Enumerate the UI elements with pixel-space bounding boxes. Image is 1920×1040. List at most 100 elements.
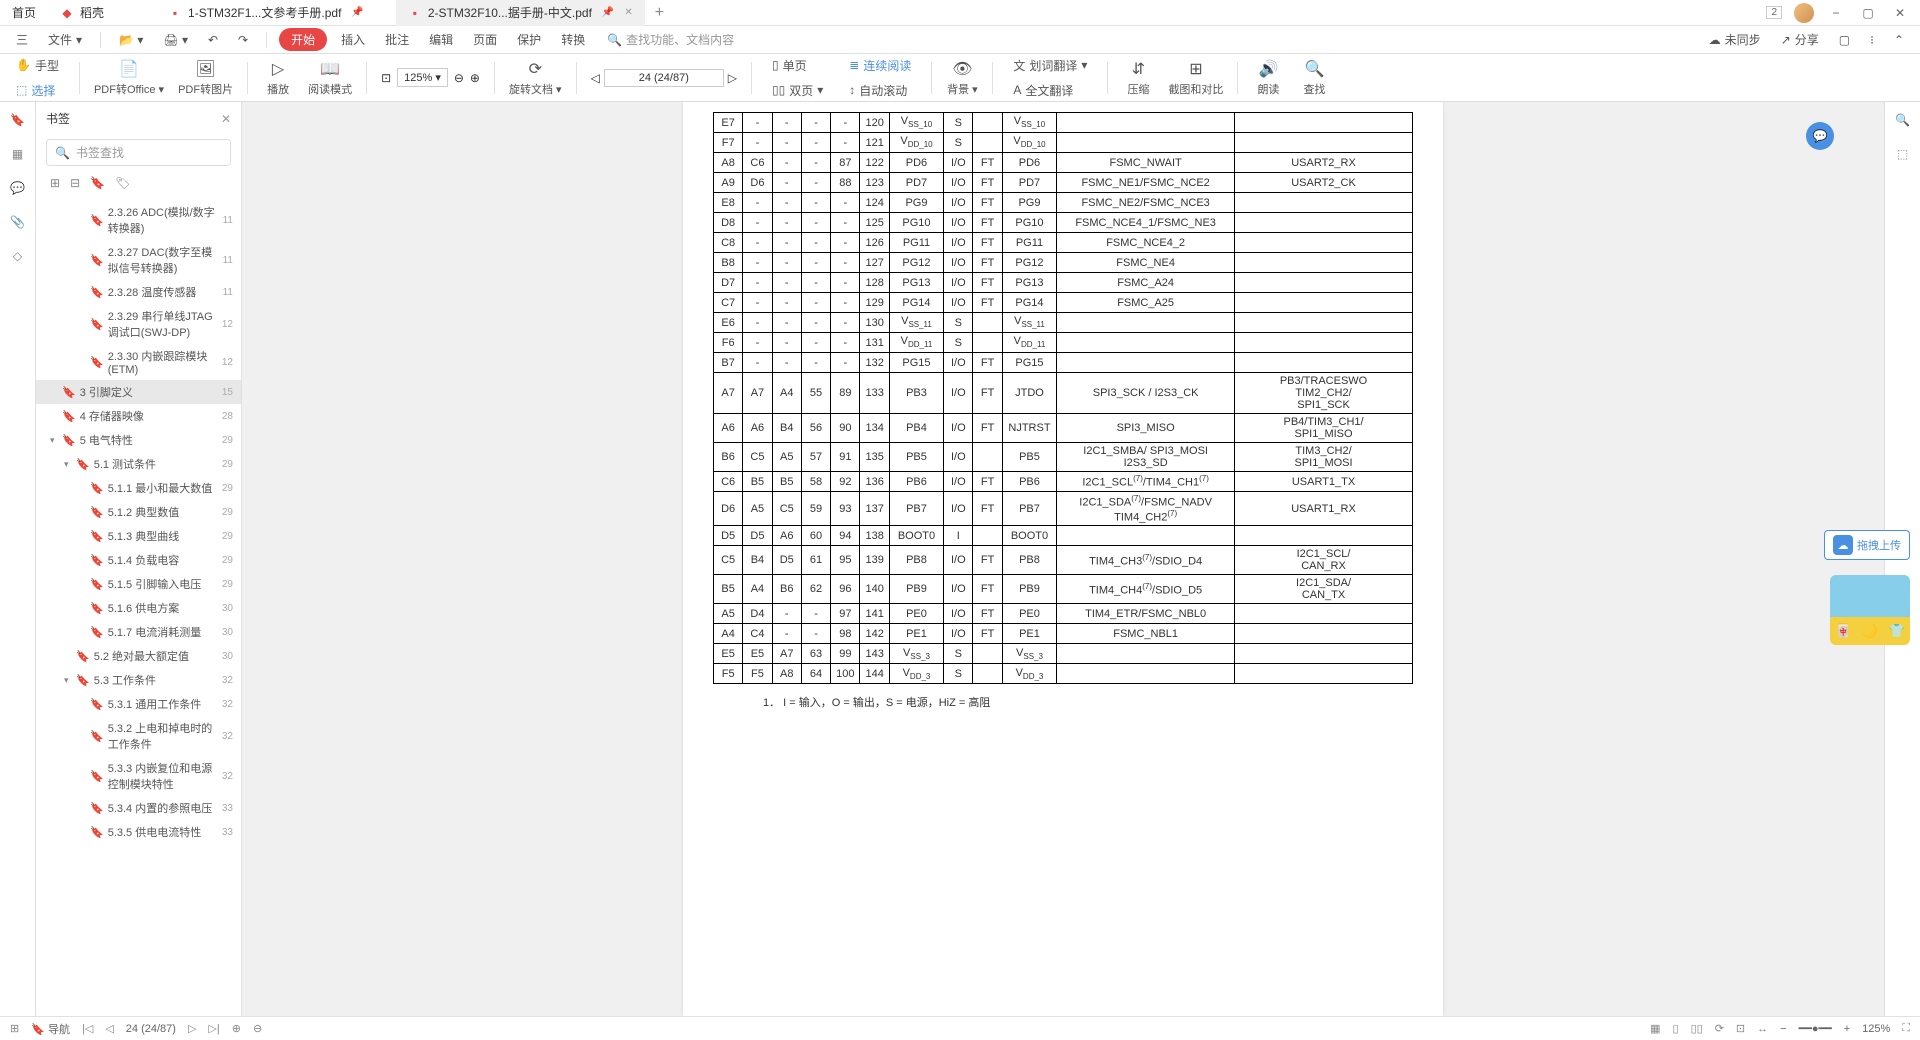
tab-file1[interactable]: ▪1-STM32F1...文参考手册.pdf📌 (156, 0, 376, 26)
outline-item[interactable]: 🔖2.3.27 DAC(数字至模拟信号转换器)11 (36, 240, 241, 280)
close-icon[interactable]: ✕ (624, 7, 632, 18)
read-mode[interactable]: 📖阅读模式 (308, 59, 352, 97)
next-page-icon[interactable]: ▷ (728, 71, 737, 85)
outline-item[interactable]: 🔖5.3.4 内置的参照电压33 (36, 796, 241, 820)
outline-item[interactable]: 🔖5.1.5 引脚输入电压29 (36, 572, 241, 596)
select-icon[interactable]: ⬚ (1893, 144, 1913, 164)
hand-tool[interactable]: ✋ 手型 (10, 54, 65, 77)
outline-item[interactable]: 🔖4 存储器映像28 (36, 404, 241, 428)
outline-item[interactable]: 🔖5.3.3 内嵌复位和电源控制模块特性32 (36, 756, 241, 796)
menu-start[interactable]: 开始 (279, 28, 327, 51)
last-page-icon[interactable]: ▷| (208, 1022, 219, 1035)
minimize-button[interactable]: − (1826, 3, 1846, 23)
outline-item[interactable]: 🔖5.1.2 典型数值29 (36, 500, 241, 524)
outline-item[interactable]: 🔖5.1.3 典型曲线29 (36, 524, 241, 548)
outline-item[interactable]: 🔖3 引脚定义15 (36, 380, 241, 404)
outline-item[interactable]: 🔖5.3.5 供电电流特性33 (36, 820, 241, 844)
select-tool[interactable]: ⬚ 选择 (10, 79, 65, 102)
search-box[interactable]: 🔍查找功能、文档内容 (599, 29, 742, 50)
outline-item[interactable]: 🔖2.3.29 串行单线JTAG调试口(SWJ-DP)12 (36, 304, 241, 344)
single-page[interactable]: ▯ 单页 (766, 54, 829, 77)
menu-annotate[interactable]: 批注 (379, 28, 415, 51)
add-page-icon[interactable]: ⊕ (232, 1022, 241, 1035)
print-icon[interactable]: 🖨 ▾ (157, 30, 194, 50)
play-button[interactable]: ▷播放 (262, 59, 294, 97)
rotate-doc[interactable]: ⟳旋转文档 ▾ (509, 59, 562, 97)
outline-item[interactable]: 🔖2.3.26 ADC(模拟/数字转换器)11 (36, 200, 241, 240)
outline-item[interactable]: 🔖5.1.4 负载电容29 (36, 548, 241, 572)
shapes-panel-icon[interactable]: ◇ (8, 246, 28, 266)
promo-widget[interactable]: 🀄🌙👕 (1830, 575, 1910, 645)
hamburger-icon[interactable]: 三 (10, 28, 34, 51)
compress[interactable]: ⇵压缩 (1122, 59, 1154, 97)
view4-icon[interactable]: ⟳ (1715, 1022, 1724, 1035)
outline-item[interactable]: ▾🔖5.1 测试条件29 (36, 452, 241, 476)
view1-icon[interactable]: ▦ (1650, 1022, 1660, 1035)
close-button[interactable]: ✕ (1890, 3, 1910, 23)
outline-item[interactable]: 🔖2.3.28 温度传感器11 (36, 280, 241, 304)
tab-file2[interactable]: ▪2-STM32F10...据手册-中文.pdf📌✕ (396, 0, 645, 26)
outline-item[interactable]: 🔖5.1.6 供电方案30 (36, 596, 241, 620)
menu-protect[interactable]: 保护 (511, 28, 547, 51)
outline-item[interactable]: 🔖5.1.7 电流消耗测量30 (36, 620, 241, 644)
zoom-in-icon[interactable]: + (1844, 1023, 1850, 1035)
menu-convert[interactable]: 转换 (555, 28, 591, 51)
maximize-button[interactable]: ▢ (1858, 3, 1878, 23)
outline-item[interactable]: 🔖5.2 绝对最大额定值30 (36, 644, 241, 668)
tools-icon[interactable]: 🔍 (1893, 110, 1913, 130)
bookmark-panel-icon[interactable]: 🔖 (8, 110, 28, 130)
outline-item[interactable]: 🔖5.3.2 上电和掉电时的工作条件32 (36, 716, 241, 756)
full-translate[interactable]: A 全文翻译 (1007, 79, 1093, 102)
remove-page-icon[interactable]: ⊖ (253, 1022, 262, 1035)
view3-icon[interactable]: ▯▯ (1691, 1022, 1703, 1035)
sidebar-close-icon[interactable]: ✕ (221, 112, 231, 126)
pin-icon[interactable]: 📌 (602, 7, 614, 18)
pdf-to-image[interactable]: 🖼PDF转图片 (178, 59, 233, 97)
chevron-up-icon[interactable]: ⌃ (1888, 30, 1910, 50)
prev-page-icon[interactable]: ◁ (591, 71, 600, 85)
undo-icon[interactable]: ↶ (202, 30, 224, 50)
pin-icon[interactable]: 📌 (351, 7, 363, 18)
panel-icon[interactable]: ⊞ (10, 1022, 19, 1035)
first-page-icon[interactable]: |◁ (82, 1022, 93, 1035)
menu-page[interactable]: 页面 (467, 28, 503, 51)
thumbnail-panel-icon[interactable]: ▦ (8, 144, 28, 164)
view6-icon[interactable]: ↔ (1757, 1023, 1768, 1035)
document-viewport[interactable]: E7----120VSS_10SVSS_10F7----121VDD_10SVD… (242, 102, 1884, 1016)
more-icon[interactable]: ⁝ (1864, 30, 1880, 50)
zoom-out-icon[interactable]: − (1780, 1023, 1786, 1035)
outline-item[interactable]: 🔖5.1.1 最小和最大数值29 (36, 476, 241, 500)
open-icon[interactable]: 📂 ▾ (113, 30, 149, 50)
tab-add-button[interactable]: + (645, 4, 674, 22)
bookmark-search-input[interactable]: 🔍 书签查找 (46, 139, 231, 166)
view2-icon[interactable]: ▯ (1673, 1022, 1679, 1035)
zoom-out-icon[interactable]: ⊖ (454, 71, 464, 85)
notification-badge[interactable]: 2 (1766, 6, 1782, 19)
tab-daoke[interactable]: ◆稻壳 (48, 0, 116, 26)
crop-compare[interactable]: ⊞截图和对比 (1168, 59, 1223, 97)
zoom-in-icon[interactable]: ⊕ (470, 71, 480, 85)
outline-item[interactable]: 🔖5.3.1 通用工作条件32 (36, 692, 241, 716)
bookmark-icon[interactable]: 🔖 (90, 176, 105, 190)
page-input[interactable]: 24 (24/87) (604, 69, 724, 87)
sync-status[interactable]: ☁ 未同步 (1703, 28, 1767, 51)
fit-width-icon[interactable]: ⊡ (381, 71, 391, 85)
zoom-select[interactable]: 125% ▾ (397, 68, 448, 87)
outline-item[interactable]: 🔖2.3.30 内嵌跟踪模块(ETM)12 (36, 344, 241, 380)
outline-item[interactable]: ▾🔖5.3 工作条件32 (36, 668, 241, 692)
double-page[interactable]: ▯▯ 双页 ▾ (766, 79, 829, 102)
word-translate[interactable]: 文 划词翻译 ▾ (1007, 54, 1093, 77)
read-aloud[interactable]: 🔊朗读 (1252, 59, 1284, 97)
search[interactable]: 🔍查找 (1298, 59, 1330, 97)
next-page-icon[interactable]: ▷ (188, 1022, 196, 1035)
expand-all-icon[interactable]: ⊞ (50, 176, 60, 190)
view5-icon[interactable]: ⊡ (1736, 1022, 1745, 1035)
upload-widget[interactable]: ☁ 拖拽上传 (1824, 530, 1910, 560)
bookmark-add-icon[interactable]: 🏷 (115, 176, 130, 190)
collapse-icon[interactable]: ▢ (1833, 30, 1856, 50)
nav-label[interactable]: 🔖 导航 (31, 1021, 70, 1037)
prev-page-icon[interactable]: ◁ (105, 1022, 113, 1035)
comment-panel-icon[interactable]: 💬 (8, 178, 28, 198)
menu-file[interactable]: 文件 ▾ (42, 28, 88, 51)
continuous-read[interactable]: ≣ 连续阅读 (843, 54, 917, 77)
